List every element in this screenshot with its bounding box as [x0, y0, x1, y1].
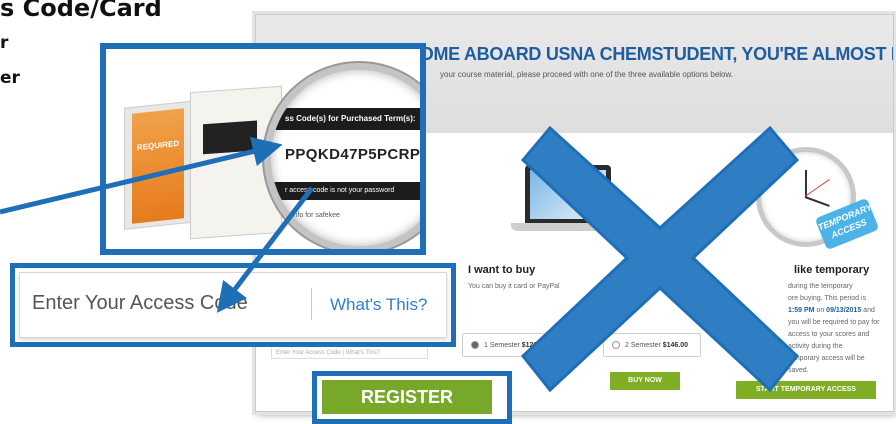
card-required-label: REQUIRED: [132, 108, 184, 224]
register-button-highlight: REGISTER: [312, 371, 512, 424]
welcome-subtitle: your course material, please proceed wit…: [440, 70, 734, 79]
magnifier-icon: ss Code(s) for Purchased Term(s): PPQKD4…: [264, 63, 426, 249]
card-code-header: ss Code(s) for Purchased Term(s):: [271, 108, 420, 130]
card-access-code: PPQKD47P5PCRPX: [285, 146, 426, 163]
radio-selected-icon[interactable]: [471, 341, 479, 350]
welcome-title: WELCOME ABOARD USNA CHEMSTUDENT, YOU'RE …: [368, 44, 894, 64]
register-button[interactable]: REGISTER: [322, 380, 492, 414]
card-warning: r access code is not your password: [271, 182, 420, 200]
access-card-zoom: REQUIRED ss Code(s) for Purchased Term(s…: [100, 43, 426, 255]
tutorial-heading-line-2: r: [0, 33, 9, 53]
tutorial-heading-line-1: s Code/Card: [0, 0, 162, 22]
whats-this-link[interactable]: What's This?: [330, 295, 427, 315]
access-code-input-zoom[interactable]: Enter Your Access Code What's This?: [10, 263, 456, 347]
access-code-placeholder[interactable]: Enter Your Access Code: [32, 292, 248, 315]
input-divider: [311, 288, 312, 320]
temporary-option-title: like temporary: [794, 264, 870, 276]
x-mark-icon: [520, 125, 800, 393]
card-footer: is info for safekee: [285, 212, 340, 219]
access-code-input-small[interactable]: Enter Your Access Code | What's This?: [271, 345, 428, 359]
tutorial-heading-line-3: er: [0, 68, 20, 88]
